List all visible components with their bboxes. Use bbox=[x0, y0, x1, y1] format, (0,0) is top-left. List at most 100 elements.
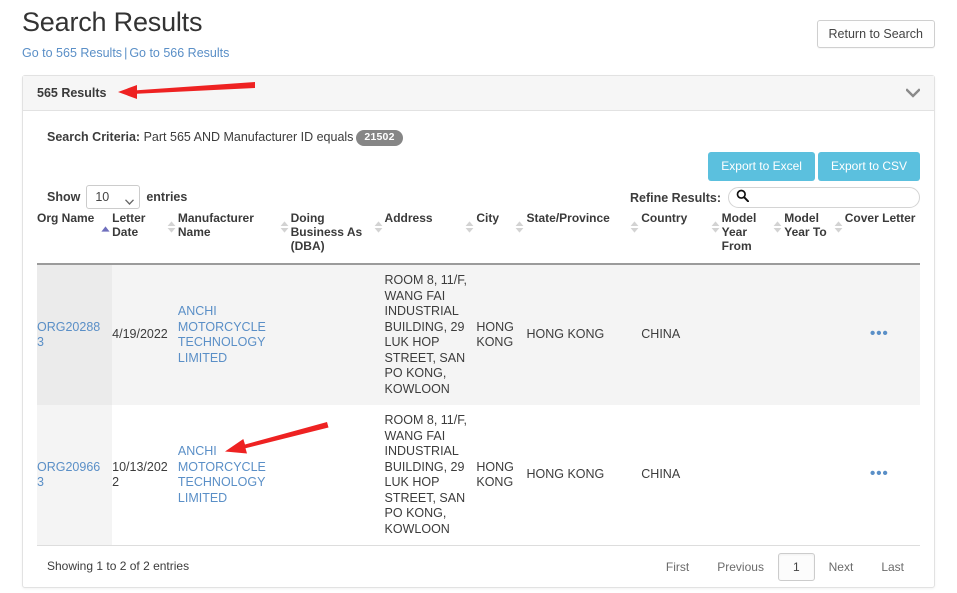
cell-state-province: HONG KONG bbox=[526, 405, 642, 545]
column-header-model-year-from[interactable]: Model Year From bbox=[721, 208, 785, 265]
org-name-link[interactable]: ORG202883 bbox=[37, 320, 100, 350]
jump-link-565[interactable]: Go to 565 Results bbox=[22, 46, 122, 60]
column-header-city[interactable]: City bbox=[476, 208, 527, 265]
column-label-cover-letter: Cover Letter bbox=[844, 211, 916, 225]
return-to-search-button[interactable]: Return to Search bbox=[816, 20, 935, 48]
column-header-letter-date[interactable]: Letter Date bbox=[112, 208, 178, 265]
pagination-last[interactable]: Last bbox=[867, 553, 918, 581]
pagination-page-1[interactable]: 1 bbox=[777, 553, 815, 581]
results-panel-header[interactable]: 565 Results bbox=[23, 76, 934, 111]
column-label-org-name: Org Name bbox=[37, 211, 95, 225]
cell-dba bbox=[290, 405, 385, 545]
showing-entries-text: Showing 1 to 2 of 2 entries bbox=[47, 559, 190, 573]
cover-letter-more-icon[interactable]: ••• bbox=[870, 465, 889, 482]
pagination-first[interactable]: First bbox=[652, 553, 703, 581]
cell-address: ROOM 8, 11/F, WANG FAI INDUSTRIAL BUILDI… bbox=[384, 264, 477, 405]
column-label-model-year-from: Model Year From bbox=[721, 211, 757, 253]
cell-org-name: ORG202883 bbox=[37, 264, 113, 405]
column-label-manufacturer-name: Manufacturer Name bbox=[177, 211, 254, 239]
jump-links: Go to 565 Results | Go to 566 Results bbox=[22, 46, 935, 60]
cell-country: CHINA bbox=[641, 405, 722, 545]
table-row: ORG202883 4/19/2022 ANCHI MOTORCYCLE TEC… bbox=[37, 264, 920, 405]
results-panel-title: 565 Results bbox=[37, 86, 107, 100]
sort-none-icon bbox=[167, 211, 176, 236]
entries-label: entries bbox=[146, 190, 188, 204]
cell-letter-date: 10/13/2022 bbox=[112, 405, 178, 545]
column-label-model-year-to: Model Year To bbox=[784, 211, 827, 239]
column-header-manufacturer-name[interactable]: Manufacturer Name bbox=[177, 208, 291, 265]
export-to-csv-button[interactable]: Export to CSV bbox=[817, 152, 920, 181]
sort-ascending-icon bbox=[101, 211, 110, 235]
cell-org-name: ORG209663 bbox=[37, 405, 113, 545]
cell-state-province: HONG KONG bbox=[526, 264, 642, 405]
column-label-country: Country bbox=[641, 211, 688, 225]
sort-none-icon bbox=[465, 211, 474, 236]
search-results-page: Search Results Go to 565 Results | Go to 5… bbox=[0, 0, 957, 593]
results-table-body: ORG202883 4/19/2022 ANCHI MOTORCYCLE TEC… bbox=[37, 264, 920, 545]
table-footer: Showing 1 to 2 of 2 entries First Previo… bbox=[37, 545, 920, 587]
sort-none-icon bbox=[834, 211, 843, 236]
results-panel-body: Search Criteria: Part 565 AND Manufactur… bbox=[23, 111, 934, 587]
column-header-address[interactable]: Address bbox=[384, 208, 477, 265]
cell-dba bbox=[290, 264, 385, 405]
cell-letter-date: 4/19/2022 bbox=[112, 264, 178, 405]
refine-results-box[interactable] bbox=[728, 187, 920, 208]
export-to-excel-button[interactable]: Export to Excel bbox=[708, 152, 815, 181]
page-header: Search Results Go to 565 Results | Go to 5… bbox=[22, 6, 935, 60]
column-header-model-year-to[interactable]: Model Year To bbox=[784, 208, 845, 265]
org-name-link[interactable]: ORG209663 bbox=[37, 460, 100, 490]
cell-country: CHINA bbox=[641, 264, 722, 405]
manufacturer-name-link[interactable]: ANCHI MOTORCYCLE TECHNOLOGY LIMITED bbox=[178, 444, 266, 505]
page-length-control: Show 102550100 entries bbox=[47, 185, 187, 209]
column-label-letter-date: Letter Date bbox=[112, 211, 146, 239]
jump-link-566[interactable]: Go to 566 Results bbox=[129, 46, 229, 60]
search-criteria-badge: 21502 bbox=[356, 130, 403, 146]
show-label: Show bbox=[47, 190, 81, 204]
cell-cover-letter: ••• bbox=[844, 264, 920, 405]
cell-address: ROOM 8, 11/F, WANG FAI INDUSTRIAL BUILDI… bbox=[384, 405, 477, 545]
results-table-head: Org Name Letter Date Manufacturer Name D… bbox=[37, 208, 920, 265]
column-header-org-name[interactable]: Org Name bbox=[37, 208, 113, 265]
column-header-state-province[interactable]: State/Province bbox=[526, 208, 642, 265]
table-row: ORG209663 10/13/2022 ANCHI MOTORCYCLE TE… bbox=[37, 405, 920, 545]
column-header-dba[interactable]: Doing Business As (DBA) bbox=[290, 208, 385, 265]
cell-city: HONG KONG bbox=[476, 405, 527, 545]
column-label-address: Address bbox=[384, 211, 433, 225]
search-criteria-text: Part 565 AND Manufacturer ID equals bbox=[143, 130, 354, 144]
cell-model-year-from bbox=[721, 264, 785, 405]
cell-model-year-to bbox=[784, 405, 845, 545]
export-button-group: Export to Excel Export to CSV bbox=[708, 152, 920, 181]
cell-city: HONG KONG bbox=[476, 264, 527, 405]
cell-cover-letter: ••• bbox=[844, 405, 920, 545]
chevron-down-icon[interactable] bbox=[905, 88, 921, 98]
pagination-next[interactable]: Next bbox=[815, 553, 868, 581]
search-criteria: Search Criteria: Part 565 AND Manufactur… bbox=[47, 128, 920, 146]
refine-results-input[interactable] bbox=[749, 190, 913, 205]
column-label-dba: Doing Business As (DBA) bbox=[290, 211, 363, 253]
search-criteria-label: Search Criteria: bbox=[47, 130, 141, 144]
cell-model-year-from bbox=[721, 405, 785, 545]
sort-none-icon bbox=[711, 211, 720, 236]
results-table: Org Name Letter Date Manufacturer Name D… bbox=[37, 208, 920, 545]
pagination: First Previous 1 Next Last bbox=[652, 553, 918, 581]
column-header-country[interactable]: Country bbox=[641, 208, 722, 265]
page-length-select-wrap: 102550100 bbox=[86, 185, 141, 209]
results-table-header-row: Org Name Letter Date Manufacturer Name D… bbox=[37, 208, 920, 265]
manufacturer-name-link[interactable]: ANCHI MOTORCYCLE TECHNOLOGY LIMITED bbox=[178, 304, 266, 365]
sort-none-icon bbox=[630, 211, 639, 236]
search-icon bbox=[736, 189, 750, 207]
refine-results-label: Refine Results: bbox=[630, 190, 721, 205]
sort-none-icon bbox=[773, 211, 782, 236]
column-label-city: City bbox=[476, 211, 500, 225]
pagination-previous[interactable]: Previous bbox=[703, 553, 778, 581]
sort-none-icon bbox=[280, 211, 289, 236]
page-length-select[interactable]: 102550100 bbox=[86, 185, 141, 209]
column-label-state-province: State/Province bbox=[526, 211, 610, 225]
results-panel: 565 Results Search Criteria: Part 565 AN… bbox=[22, 75, 935, 588]
cell-manufacturer-name: ANCHI MOTORCYCLE TECHNOLOGY LIMITED bbox=[177, 405, 291, 545]
refine-results-control: Refine Results: bbox=[630, 187, 920, 208]
sort-none-icon bbox=[515, 211, 524, 236]
cell-manufacturer-name: ANCHI MOTORCYCLE TECHNOLOGY LIMITED bbox=[177, 264, 291, 405]
cover-letter-more-icon[interactable]: ••• bbox=[870, 325, 889, 342]
column-header-cover-letter[interactable]: Cover Letter bbox=[844, 208, 920, 265]
